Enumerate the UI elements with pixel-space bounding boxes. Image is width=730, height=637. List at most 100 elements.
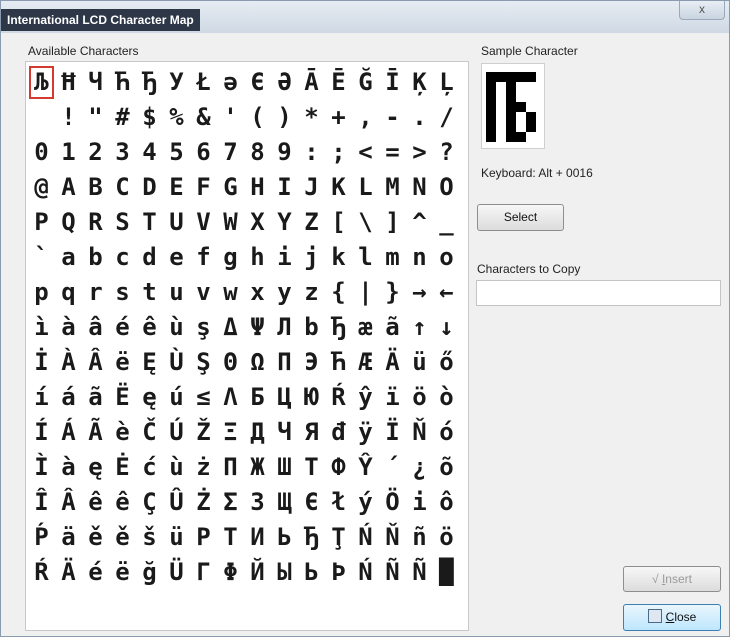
grid-character-cell[interactable]: Я [298,415,325,450]
grid-character-cell[interactable]: Ы [271,555,298,590]
grid-character-cell[interactable]: ^ [406,205,433,240]
grid-character-cell[interactable]: N [406,170,433,205]
grid-character-cell[interactable]: Ì [28,450,55,485]
grid-character-cell[interactable]: D [136,170,163,205]
grid-character-cell[interactable]: Ρ [190,520,217,555]
grid-character-cell[interactable]: â [82,310,109,345]
grid-character-cell[interactable]: ( [244,100,271,135]
grid-character-cell[interactable]: Á [55,415,82,450]
grid-character-cell[interactable]: đ [325,415,352,450]
grid-character-cell[interactable]: , [352,100,379,135]
grid-character-cell[interactable]: Ñ [379,555,406,590]
grid-character-cell[interactable]: Є [244,65,271,100]
grid-character-cell[interactable]: ' [217,100,244,135]
grid-character-cell[interactable]: З [244,485,271,520]
grid-character-cell[interactable]: ö [433,520,460,555]
grid-character-cell[interactable]: S [109,205,136,240]
grid-character-cell[interactable]: ë [109,555,136,590]
grid-character-cell[interactable]: Λ [217,380,244,415]
grid-character-cell[interactable]: Ä [55,555,82,590]
grid-character-cell[interactable]: ¿ [406,450,433,485]
grid-character-cell[interactable]: Ã [82,415,109,450]
grid-character-cell[interactable]: ğ [136,555,163,590]
grid-character-cell[interactable]: + [325,100,352,135]
grid-character-cell[interactable]: á [55,380,82,415]
grid-character-cell[interactable]: T [136,205,163,240]
grid-character-cell[interactable]: 6 [190,135,217,170]
grid-character-cell[interactable]: ü [406,345,433,380]
grid-character-cell[interactable]: Ž [190,415,217,450]
grid-character-cell[interactable]: 3 [109,135,136,170]
grid-character-cell[interactable]: L [352,170,379,205]
characters-to-copy-field[interactable] [476,280,721,306]
grid-character-cell[interactable]: Ï [379,415,406,450]
grid-character-cell[interactable]: Ù [163,345,190,380]
grid-character-cell[interactable]: é [82,555,109,590]
grid-character-cell[interactable]: Ћ [325,345,352,380]
grid-character-cell[interactable]: Ğ [352,65,379,100]
character-grid[interactable]: ЉĦЧЋЂУŁəЄӘĀĒĞĪĶĻ ! " # $% & '() * +, -./0 1 2 3 4 5 6 7… [25,61,469,631]
grid-character-cell[interactable]: Ú [163,415,190,450]
grid-character-cell[interactable]: У [163,65,190,100]
grid-character-cell[interactable]: ę [82,450,109,485]
grid-character-cell[interactable]: V [190,205,217,240]
grid-character-cell[interactable]: ã [379,310,406,345]
grid-character-cell[interactable]: Ђ [325,310,352,345]
grid-character-cell[interactable]: b [82,240,109,275]
grid-character-cell[interactable]: " [82,100,109,135]
grid-character-cell[interactable]: Љ [28,65,55,100]
grid-character-cell[interactable]: Ň [379,520,406,555]
grid-character-cell[interactable]: Ö [379,485,406,520]
grid-character-cell[interactable]: é [109,310,136,345]
grid-character-cell[interactable]: ; [325,135,352,170]
grid-character-cell[interactable]: J [298,170,325,205]
grid-character-cell[interactable]: # [109,100,136,135]
grid-character-cell[interactable]: v [190,275,217,310]
grid-character-cell[interactable]: G [217,170,244,205]
grid-character-cell[interactable]: ć [136,450,163,485]
grid-character-cell[interactable]: ł [325,485,352,520]
grid-character-cell[interactable]: & [190,100,217,135]
grid-character-cell[interactable]: Т [298,450,325,485]
grid-character-cell[interactable]: o [433,240,460,275]
grid-character-cell[interactable]: Ξ [217,415,244,450]
grid-character-cell[interactable]: Ә [271,65,298,100]
grid-character-cell[interactable]: Ļ [433,65,460,100]
grid-character-cell[interactable]: ≤ [190,380,217,415]
close-window-icon[interactable]: x [679,1,725,20]
grid-character-cell[interactable]: Q [55,205,82,240]
grid-character-cell[interactable]: Î [28,485,55,520]
grid-character-cell[interactable]: M [379,170,406,205]
grid-character-cell[interactable]: _ [433,205,460,240]
grid-character-cell[interactable]: ) [271,100,298,135]
grid-character-cell[interactable]: . [406,100,433,135]
grid-character-cell[interactable]: i [406,485,433,520]
grid-character-cell[interactable]: K [325,170,352,205]
grid-character-cell[interactable]: w [217,275,244,310]
grid-character-cell[interactable]: 5 [163,135,190,170]
grid-character-cell[interactable]: A [55,170,82,205]
grid-character-cell[interactable]: ? [433,135,460,170]
grid-character-cell[interactable]: ŷ [352,380,379,415]
grid-character-cell[interactable]: Â [82,345,109,380]
grid-character-cell[interactable]: R [82,205,109,240]
grid-character-cell[interactable]: Þ [325,555,352,590]
grid-character-cell[interactable]: s [109,275,136,310]
grid-character-cell[interactable]: ö [406,380,433,415]
insert-button[interactable]: √ Insert [623,566,721,592]
grid-character-cell[interactable]: Ń [352,520,379,555]
grid-character-cell[interactable]: Ü [163,555,190,590]
grid-character-cell[interactable]: Æ [352,345,379,380]
grid-character-cell[interactable]: { [325,275,352,310]
grid-character-cell[interactable]: Ṕ [28,520,55,555]
grid-character-cell[interactable]: Ħ [55,65,82,100]
grid-character-cell[interactable]: Ł [190,65,217,100]
grid-character-cell[interactable]: g [217,240,244,275]
grid-character-cell[interactable]: 9 [271,135,298,170]
grid-character-cell[interactable]: ! [55,100,82,135]
grid-character-cell[interactable]: ò [433,380,460,415]
grid-character-cell[interactable]: u [163,275,190,310]
grid-character-cell[interactable]: ê [82,485,109,520]
grid-character-cell[interactable]: n [406,240,433,275]
grid-character-cell[interactable]: 1 [55,135,82,170]
